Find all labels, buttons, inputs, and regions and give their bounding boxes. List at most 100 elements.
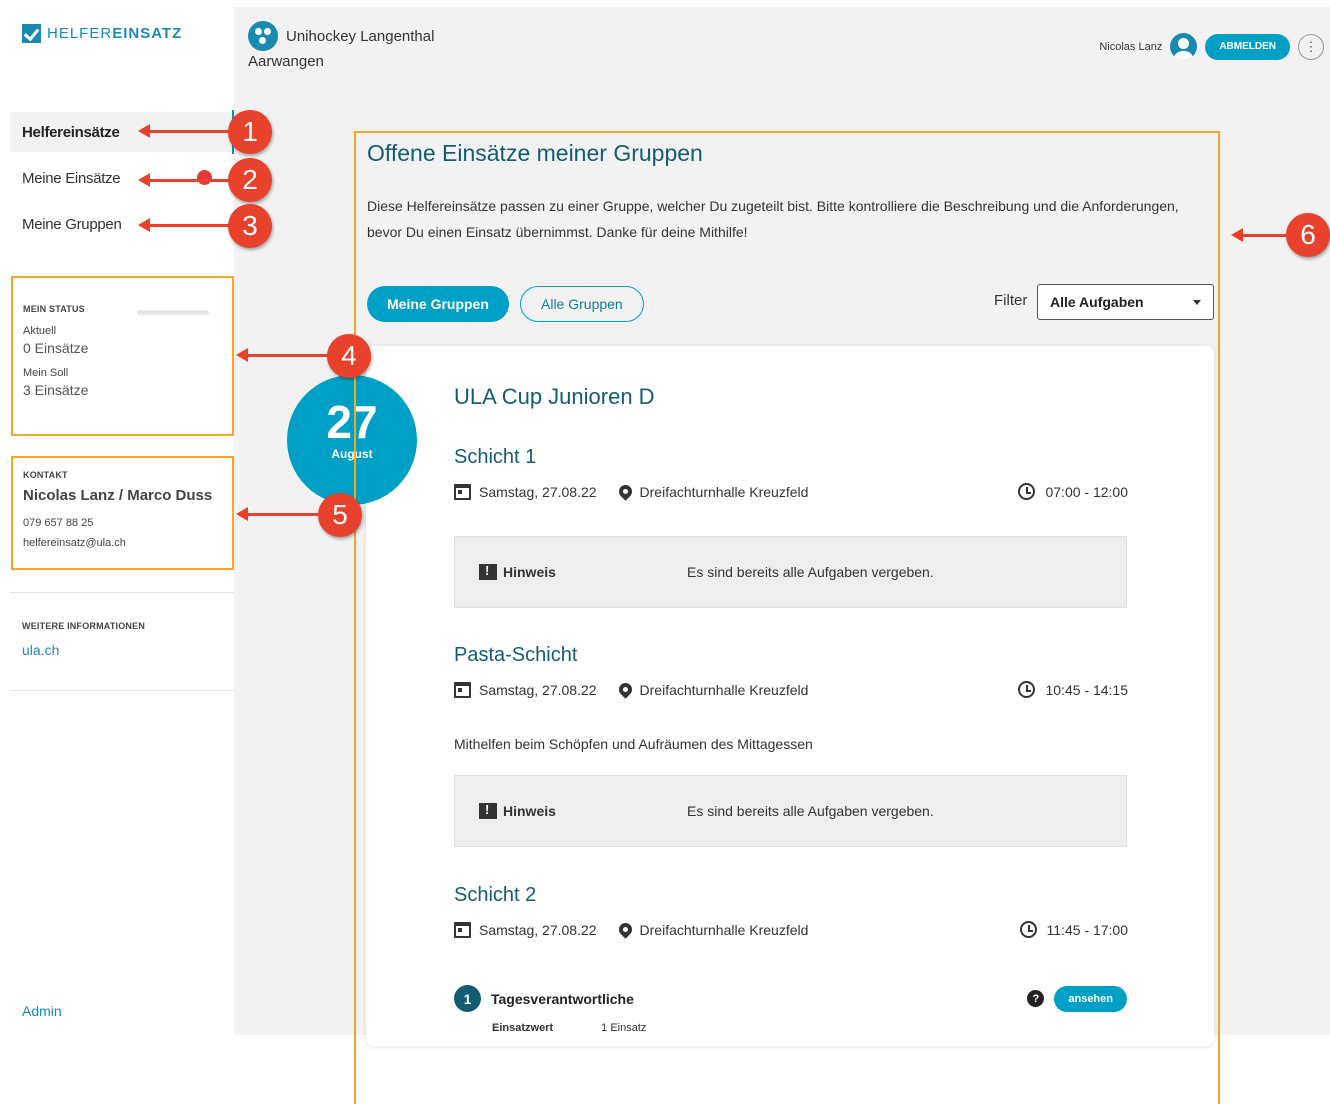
contact-email[interactable]: helfereinsatz@ula.ch (23, 537, 232, 549)
filter-select[interactable]: Alle Aufgaben (1037, 284, 1214, 320)
user-avatar-icon[interactable] (1170, 33, 1198, 60)
brand-suffix: EINSATZ (112, 25, 183, 42)
shift-meta: Samstag, 27.08.22 Dreifachturnhalle Kreu… (454, 482, 1128, 501)
contact-name: Nicolas Lanz / Marco Duss (23, 487, 213, 504)
event-title: ULA Cup Junioren D (454, 384, 655, 409)
calendar-icon (454, 921, 471, 938)
task-value-label: Einsatzwert (492, 1022, 554, 1034)
hint-label: Hinweis (503, 564, 556, 580)
arrow-3 (138, 218, 230, 232)
user-name: Nicolas Lanz (1099, 40, 1163, 53)
clock-icon (1018, 483, 1036, 500)
shift-place: Dreifachturnhalle Kreuzfeld (639, 483, 809, 500)
shift-title: Pasta-Schicht (454, 644, 578, 666)
event-month: August (331, 447, 373, 461)
status-progress-bar (137, 310, 209, 315)
shift-title: Schicht 2 (454, 884, 537, 906)
status-panel: MEIN STATUS Aktuell 0 Einsätze Mein Soll… (11, 276, 234, 436)
group-location: Aarwangen (248, 53, 324, 70)
more-options-icon[interactable]: ⋮ (1298, 33, 1324, 60)
task-name: Tagesverantwortliche (491, 990, 634, 1007)
page-description: Diese Helfereinsätze passen zu einer Gru… (367, 198, 1179, 240)
clock-icon (1019, 921, 1037, 938)
shift-place: Dreifachturnhalle Kreuzfeld (639, 681, 809, 698)
current-label: Aktuell (23, 325, 57, 337)
more-info-heading: WEITERE INFORMATIONEN (22, 621, 146, 631)
shift-time: 10:45 - 14:15 (1045, 681, 1128, 698)
shift-title: Schicht 1 (454, 446, 537, 468)
contact-heading: KONTAKT (23, 470, 68, 480)
hint-box: Hinweis Es sind bereits alle Aufgaben ve… (454, 536, 1127, 608)
target-value: 3 Einsätze (23, 382, 89, 398)
task-details: Einsatzwert 1 Einsatz (492, 1022, 646, 1034)
arrow-5 (236, 507, 318, 521)
tab-meine-gruppen[interactable]: Meine Gruppen (367, 286, 509, 322)
contact-phone[interactable]: 079 657 88 25 (23, 517, 232, 529)
callout-1: 1 (228, 110, 272, 154)
filter-label: Filter (994, 292, 1028, 309)
nav-meine-einsaetze[interactable]: Meine Einsätze (10, 158, 232, 198)
arrow-6 (1231, 228, 1289, 242)
shift-time: 11:45 - 17:00 (1046, 921, 1128, 938)
current-value: 0 Einsätze (23, 340, 89, 356)
clock-icon (1018, 681, 1036, 698)
tab-alle-gruppen[interactable]: Alle Gruppen (520, 286, 644, 322)
sidebar: HELFEREINSATZ Helfereinsätze Meine Einsä… (0, 0, 235, 1035)
main-content: Unihockey Langenthal Aarwangen Nicolas L… (234, 7, 1330, 1046)
event-date-badge: 27 August (287, 375, 417, 505)
arrow-1 (138, 124, 230, 138)
shift-description: Mithelfen beim Schöpfen und Aufräumen de… (454, 736, 813, 752)
contact-panel: KONTAKT Nicolas Lanz / Marco Duss 079 65… (11, 456, 234, 570)
arrow-2 (138, 173, 230, 187)
task-count-badge: 1 (454, 985, 481, 1012)
location-pin-icon (615, 680, 635, 699)
shift-meta: Samstag, 27.08.22 Dreifachturnhalle Kreu… (454, 920, 1128, 939)
feedback-alert-icon (479, 802, 497, 819)
hint-text: Es sind bereits alle Aufgaben vergeben. (687, 564, 934, 580)
callout-2: 2 (228, 158, 272, 202)
callout-6: 6 (1286, 213, 1330, 257)
arrow-4 (236, 348, 328, 362)
callout-3: 3 (228, 204, 272, 248)
task-row: 1 Tagesverantwortliche ? ansehen (454, 985, 1127, 1012)
feedback-alert-icon (479, 563, 497, 580)
help-icon[interactable]: ? (1027, 990, 1045, 1007)
event-day: 27 (326, 396, 378, 448)
notification-badge (197, 170, 212, 185)
shift-meta: Samstag, 27.08.22 Dreifachturnhalle Kreu… (454, 680, 1128, 699)
callout-5: 5 (318, 493, 362, 537)
view-task-button[interactable]: ansehen (1054, 985, 1127, 1012)
nav-label: Helfereinsätze (22, 123, 120, 141)
page-title: Offene Einsätze meiner Gruppen (367, 140, 703, 166)
shift-date: Samstag, 27.08.22 (479, 483, 597, 500)
group-name: Unihockey Langenthal (286, 27, 435, 45)
nav-label: Meine Einsätze (22, 169, 121, 187)
more-info-link[interactable]: ula.ch (22, 642, 59, 658)
check-logo-icon (22, 24, 41, 43)
event-card: ULA Cup Junioren D Schicht 1 Samstag, 27… (366, 346, 1214, 1046)
location-pin-icon (615, 482, 635, 501)
hint-text: Es sind bereits alle Aufgaben vergeben. (687, 803, 934, 819)
target-label: Mein Soll (23, 367, 69, 379)
nav-label: Meine Gruppen (22, 215, 122, 233)
brand-prefix: HELFER (47, 25, 113, 42)
app-logo[interactable]: HELFEREINSATZ (22, 24, 182, 43)
divider (10, 592, 234, 593)
calendar-icon (454, 483, 471, 500)
logout-button[interactable]: ABMELDEN (1205, 33, 1290, 60)
group-header[interactable]: Unihockey Langenthal (248, 21, 434, 51)
filter-value: Alle Aufgaben (1050, 294, 1144, 310)
callout-4: 4 (327, 334, 371, 378)
shift-place: Dreifachturnhalle Kreuzfeld (639, 921, 809, 938)
hint-box: Hinweis Es sind bereits alle Aufgaben ve… (454, 775, 1127, 847)
chevron-down-icon (1193, 299, 1201, 305)
location-pin-icon (615, 920, 635, 939)
shift-time: 07:00 - 12:00 (1045, 483, 1128, 500)
task-value: 1 Einsatz (601, 1022, 647, 1034)
user-area: Nicolas Lanz ABMELDEN ⋮ (1099, 33, 1324, 60)
admin-link[interactable]: Admin (22, 1003, 62, 1019)
hint-label: Hinweis (503, 803, 556, 819)
shift-date: Samstag, 27.08.22 (479, 681, 597, 698)
shift-date: Samstag, 27.08.22 (479, 921, 597, 938)
divider (10, 690, 234, 691)
